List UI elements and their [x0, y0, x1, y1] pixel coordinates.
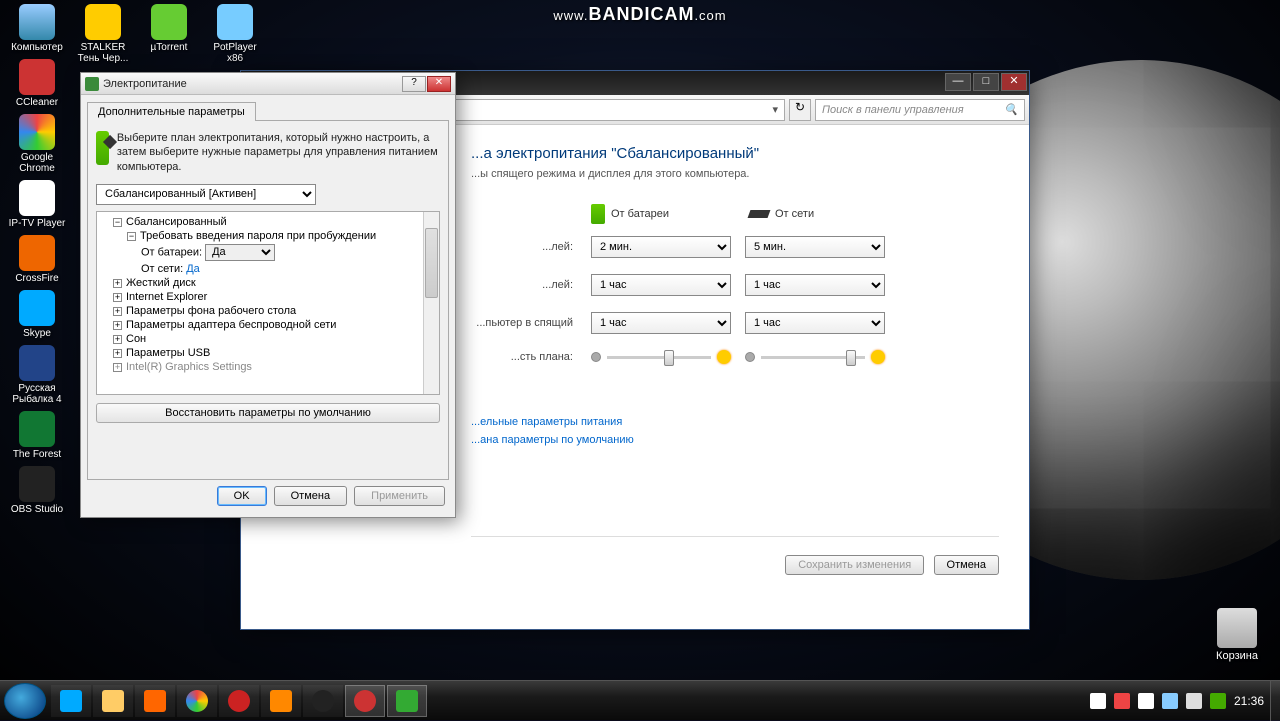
tree-node[interactable]: +Intel(R) Graphics Settings	[99, 360, 437, 374]
dim-ac-select[interactable]: 5 мин.	[745, 236, 885, 258]
dialog-title: Электропитание	[103, 78, 401, 90]
dim-battery-select[interactable]: 2 мин.	[591, 236, 731, 258]
row-label: ...лей:	[471, 279, 591, 291]
minimize-button[interactable]: —	[945, 73, 971, 91]
power-options-dialog: Электропитание ? ✕ Дополнительные параме…	[80, 72, 456, 518]
taskbar-obs[interactable]	[303, 685, 343, 717]
row-label: ...пьютер в спящий	[471, 317, 591, 329]
restore-defaults-button[interactable]: Восстановить параметры по умолчанию	[96, 403, 440, 423]
tree-node[interactable]: +Параметры USB	[99, 346, 437, 360]
tree-node[interactable]: +Internet Explorer	[99, 290, 437, 304]
cancel-button[interactable]: Отмена	[934, 555, 999, 575]
taskbar-chrome[interactable]	[177, 685, 217, 717]
tree-leaf-battery[interactable]: От батареи: Да	[99, 243, 437, 262]
apply-button: Применить	[354, 486, 445, 506]
system-tray: 21:36	[1084, 693, 1270, 709]
desktop-icon[interactable]: The Forest	[6, 411, 68, 460]
page-subtitle: ...ы спящего режима и дисплея для этого …	[471, 168, 999, 180]
tray-chevron-icon[interactable]	[1090, 693, 1106, 709]
search-input[interactable]: Поиск в панели управления🔍	[815, 99, 1025, 121]
brightness-ac-slider[interactable]	[745, 350, 885, 364]
desktop-icons-col1: Компьютер CCleaner Google Chrome IP-TV P…	[6, 4, 68, 521]
show-desktop-button[interactable]	[1270, 681, 1280, 721]
desktop-icon[interactable]: Русская Рыбалка 4	[6, 345, 68, 405]
advanced-settings-link[interactable]: ...ельные параметры питания	[471, 416, 999, 428]
taskbar: 21:36	[0, 680, 1280, 720]
battery-plug-icon	[96, 131, 109, 165]
tree-leaf-ac[interactable]: От сети: Да	[99, 262, 437, 276]
column-ac: От сети	[749, 204, 814, 224]
sun-bright-icon	[717, 350, 731, 364]
close-button[interactable]: ✕	[1001, 73, 1027, 91]
taskbar-power-options[interactable]	[387, 685, 427, 717]
start-button[interactable]	[4, 683, 46, 719]
taskbar-explorer[interactable]	[93, 685, 133, 717]
restore-defaults-link[interactable]: ...ана параметры по умолчанию	[471, 434, 999, 446]
help-button[interactable]: ?	[402, 76, 426, 92]
tree-node[interactable]: +Жесткий диск	[99, 276, 437, 290]
desktop-icon[interactable]: µTorrent	[138, 4, 200, 53]
column-battery: От батареи	[591, 204, 669, 224]
dialog-description: Выберите план электропитания, который ну…	[117, 131, 440, 174]
tray-volume-icon[interactable]	[1186, 693, 1202, 709]
taskbar-wmp[interactable]	[135, 685, 175, 717]
power-plan-select[interactable]: Сбалансированный [Активен]	[96, 184, 316, 205]
desktop-icons-col4: PotPlayer x86	[204, 4, 266, 70]
sun-dim-icon	[745, 352, 755, 362]
maximize-button[interactable]: □	[973, 73, 999, 91]
taskbar-opera[interactable]	[219, 685, 259, 717]
taskbar-app[interactable]	[261, 685, 301, 717]
row-label: ...сть плана:	[471, 351, 591, 363]
tree-node[interactable]: +Сон	[99, 332, 437, 346]
save-button: Сохранить изменения	[785, 555, 924, 575]
tray-flag-icon[interactable]	[1138, 693, 1154, 709]
taskbar-bandicam[interactable]	[345, 685, 385, 717]
tray-clock[interactable]: 21:36	[1234, 694, 1264, 708]
battery-password-select[interactable]: Да	[205, 244, 275, 261]
tree-node[interactable]: −Сбалансированный	[99, 215, 437, 229]
tree-node[interactable]: +Параметры адаптера беспроводной сети	[99, 318, 437, 332]
power-icon	[85, 77, 99, 91]
recycle-bin[interactable]: Корзина	[1206, 608, 1268, 662]
bandicam-watermark: www.BANDICAM.com	[553, 4, 726, 25]
desktop-icon[interactable]: Google Chrome	[6, 114, 68, 174]
tray-network-icon[interactable]	[1162, 693, 1178, 709]
sun-bright-icon	[871, 350, 885, 364]
desktop-icon[interactable]: OBS Studio	[6, 466, 68, 515]
desktop-icon[interactable]: PotPlayer x86	[204, 4, 266, 64]
desktop-icon[interactable]: CCleaner	[6, 59, 68, 108]
battery-icon	[591, 204, 605, 224]
off-ac-select[interactable]: 1 час	[745, 274, 885, 296]
tree-node[interactable]: −Требовать введения пароля при пробужден…	[99, 229, 437, 243]
settings-tree: −Сбалансированный −Требовать введения па…	[96, 211, 440, 395]
brightness-battery-slider[interactable]	[591, 350, 731, 364]
tray-shield-icon[interactable]	[1114, 693, 1130, 709]
plug-icon	[748, 210, 771, 218]
tab-advanced[interactable]: Дополнительные параметры	[87, 102, 256, 121]
desktop-icon[interactable]: Компьютер	[6, 4, 68, 53]
page-title: ...а электропитания "Сбалансированный"	[471, 145, 999, 162]
sleep-battery-select[interactable]: 1 час	[591, 312, 731, 334]
desktop-icon[interactable]: Skype	[6, 290, 68, 339]
desktop-icon[interactable]: STALKER Тень Чер...	[72, 4, 134, 64]
taskbar-ie[interactable]	[51, 685, 91, 717]
refresh-button[interactable]: ↻	[789, 99, 811, 121]
off-battery-select[interactable]: 1 час	[591, 274, 731, 296]
desktop-icon[interactable]: CrossFire	[6, 235, 68, 284]
cancel-button[interactable]: Отмена	[274, 486, 347, 506]
ok-button[interactable]: OK	[217, 486, 267, 506]
tray-battery-icon[interactable]	[1210, 693, 1226, 709]
dialog-panel: Выберите план электропитания, который ну…	[87, 120, 449, 480]
dialog-titlebar[interactable]: Электропитание ? ✕	[81, 73, 455, 95]
desktop-icon[interactable]: IP-TV Player	[6, 180, 68, 229]
close-button[interactable]: ✕	[427, 76, 451, 92]
tree-scrollbar[interactable]	[423, 212, 439, 394]
row-label: ...лей:	[471, 241, 591, 253]
tree-node[interactable]: +Параметры фона рабочего стола	[99, 304, 437, 318]
sleep-ac-select[interactable]: 1 час	[745, 312, 885, 334]
sun-dim-icon	[591, 352, 601, 362]
